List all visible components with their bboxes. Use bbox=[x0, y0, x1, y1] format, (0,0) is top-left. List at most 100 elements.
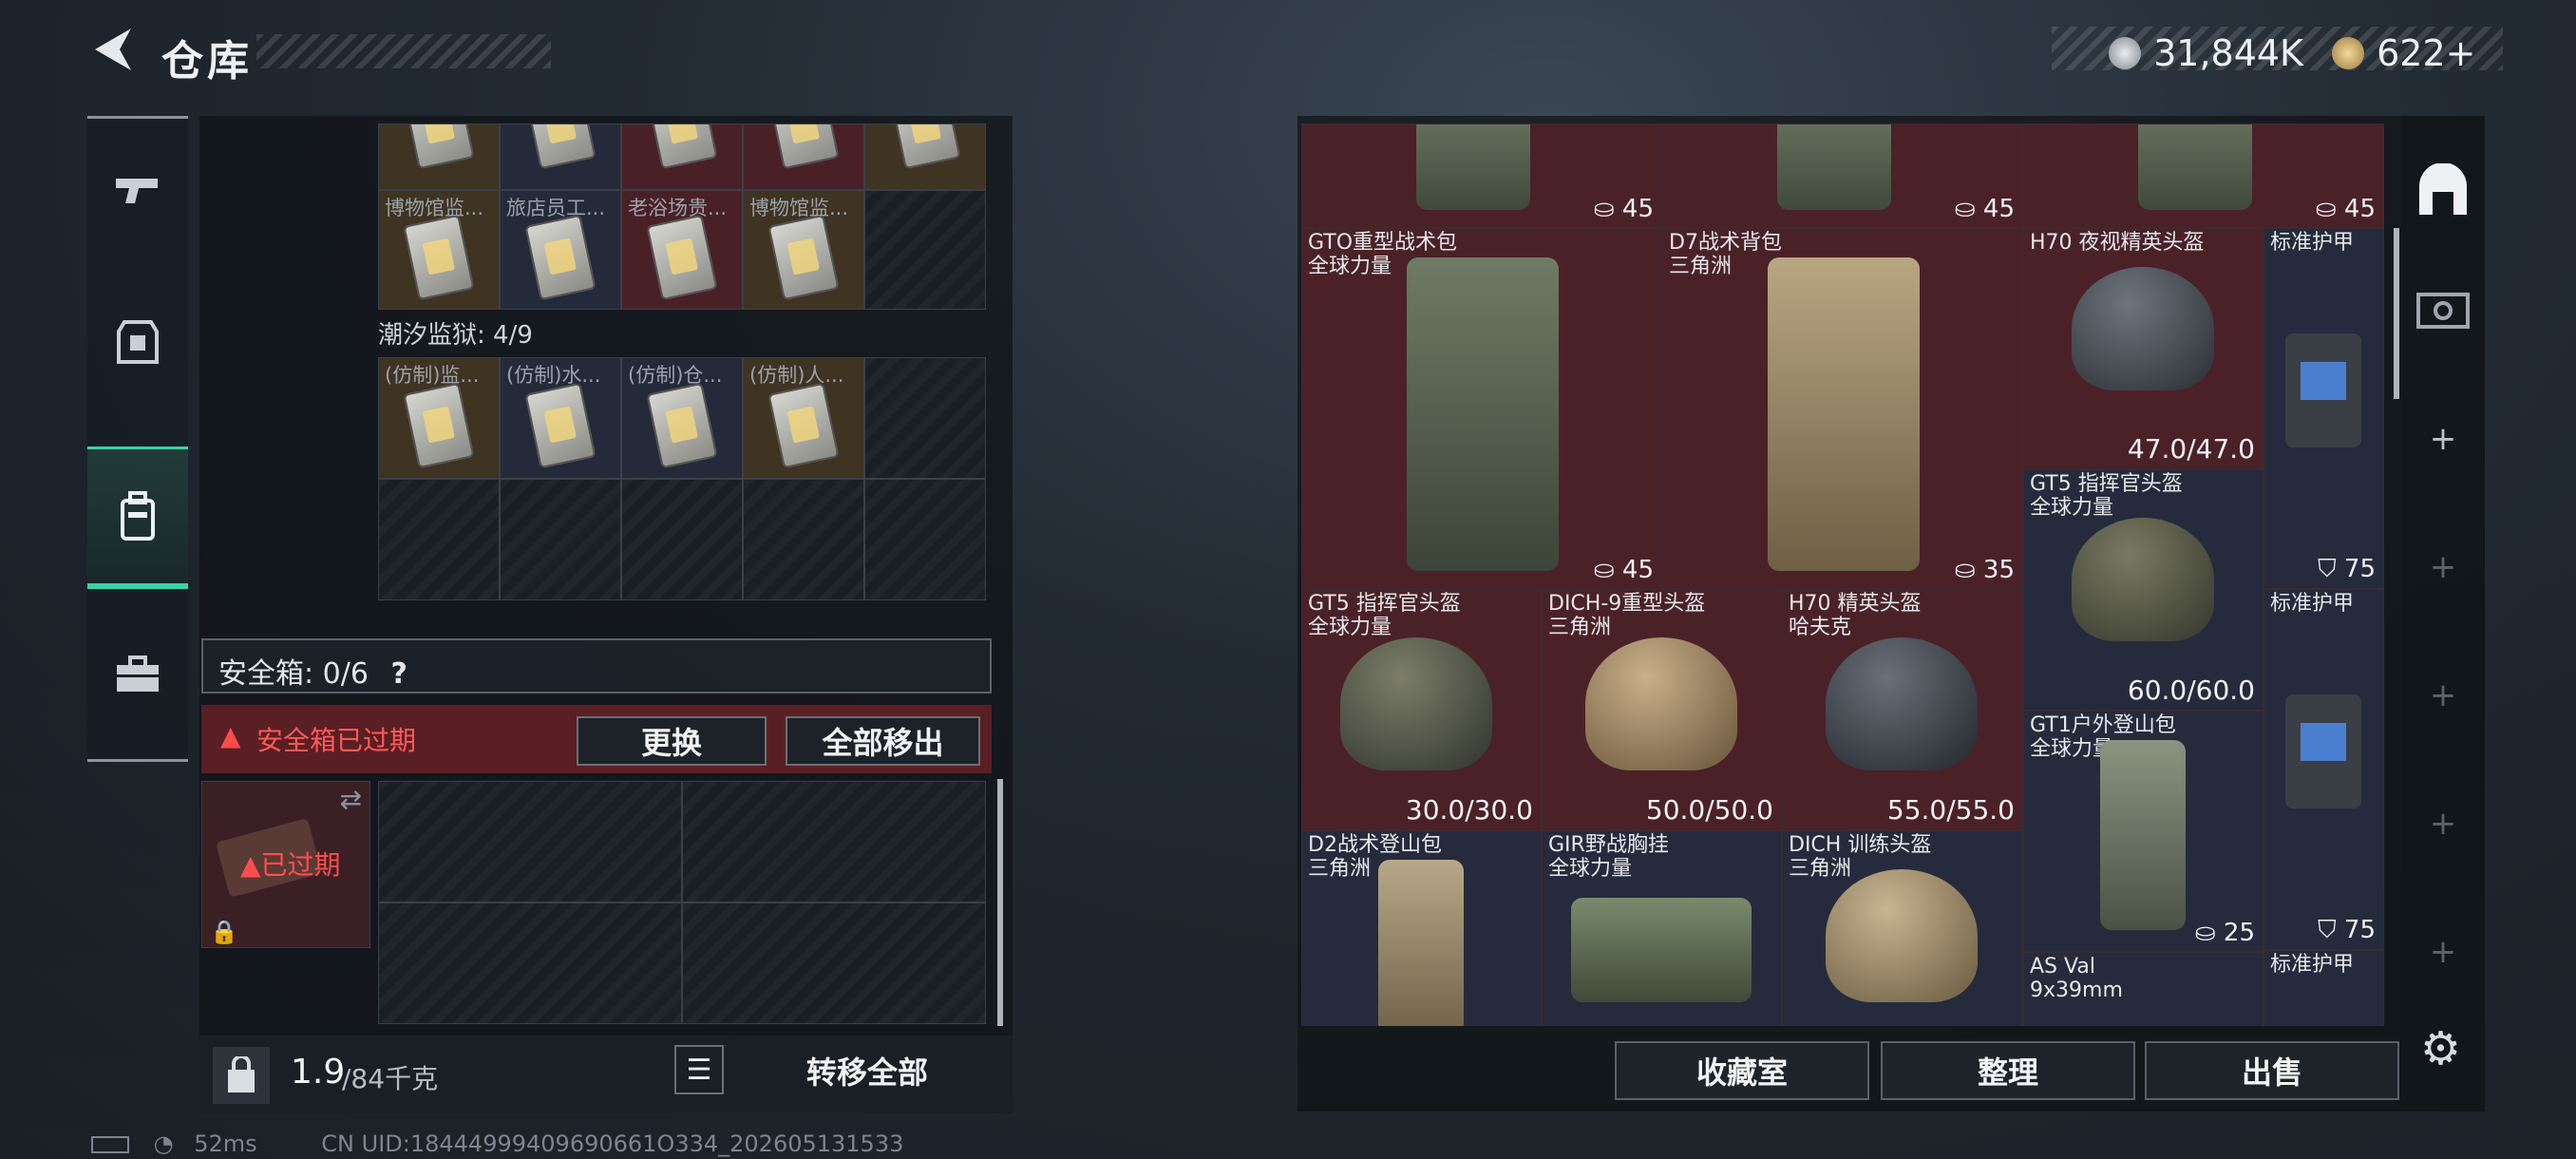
add-tab-button[interactable]: + bbox=[2401, 420, 2485, 458]
stash-item[interactable]: GT1户外登山包 全球力量 ⛀ 25 bbox=[2023, 711, 2263, 952]
sell-button[interactable]: 出售 bbox=[2145, 1041, 2399, 1100]
add-tab-button[interactable]: + bbox=[2401, 933, 2485, 971]
grid-cell[interactable] bbox=[682, 781, 986, 902]
item-value: 35 bbox=[1982, 556, 2015, 584]
helmet-image bbox=[1340, 637, 1492, 770]
item-name: D7战术背包 三角洲 bbox=[1669, 231, 1782, 278]
sidebar-item-case[interactable] bbox=[87, 603, 188, 746]
stash-item[interactable]: 标准护甲 bbox=[2263, 950, 2384, 1026]
expired-bar: ▲ 安全箱已过期 更换 全部移出 bbox=[201, 705, 992, 773]
warning-icon: ▲ bbox=[220, 720, 241, 751]
item-name: H70 精英头盔 哈夫克 bbox=[1789, 592, 1922, 639]
help-icon[interactable]: ? bbox=[390, 657, 407, 691]
grid-cell[interactable] bbox=[682, 902, 986, 1024]
item-name: GT5 指挥官头盔 全球力量 bbox=[2030, 472, 2183, 520]
swap-icon[interactable]: ⇄ bbox=[340, 784, 362, 815]
sidebar-item-backpack[interactable] bbox=[87, 446, 188, 589]
item-label: 博物馆监... bbox=[749, 197, 849, 219]
currency-gold-value: 622+ bbox=[2377, 32, 2476, 74]
capacity-value: ⛀ 45 bbox=[2315, 195, 2376, 223]
grid-cell[interactable]: 旅店员工... bbox=[500, 190, 621, 310]
grid-cell[interactable] bbox=[500, 124, 621, 190]
grid-cell[interactable] bbox=[378, 124, 500, 190]
grid-cell[interactable] bbox=[864, 357, 986, 479]
grid-cell[interactable]: 博物馆监... bbox=[743, 190, 864, 310]
stash-item[interactable]: D2战术登山包 三角洲 bbox=[1301, 830, 1542, 1026]
transfer-all-button[interactable]: 转移全部 bbox=[737, 1043, 997, 1098]
currency-coin-gold[interactable]: 622+ bbox=[2332, 32, 2475, 74]
vault-icon bbox=[2416, 293, 2470, 329]
vest-image bbox=[1571, 898, 1752, 1002]
grid-cell[interactable] bbox=[743, 479, 864, 600]
stash-item[interactable]: ⛀ 45 bbox=[1662, 124, 2023, 228]
stash-item[interactable]: DICH 训练头盔 三角洲 bbox=[1782, 830, 2023, 1026]
stash-item[interactable]: GIR野战胸挂 全球力量 bbox=[1542, 830, 1782, 1026]
replace-button[interactable]: 更换 bbox=[577, 716, 767, 766]
sidebar-item-armor[interactable] bbox=[87, 271, 188, 413]
grid-cell[interactable]: (仿制)水... bbox=[500, 357, 621, 479]
stash-item[interactable]: AS Val 9x39mm bbox=[2023, 952, 2263, 1026]
grid-cell[interactable] bbox=[621, 124, 743, 190]
page-title: 仓库 bbox=[161, 37, 253, 86]
capacity-value: ⛀ 45 bbox=[1954, 195, 2015, 223]
collection-button[interactable]: 收藏室 bbox=[1615, 1041, 1869, 1100]
list-icon[interactable]: ☰ bbox=[674, 1045, 724, 1094]
sort-button[interactable]: 整理 bbox=[1881, 1041, 2135, 1100]
stash-tab-vault[interactable] bbox=[2401, 287, 2485, 339]
grid-cell[interactable] bbox=[864, 124, 986, 190]
item-label: (仿制)水... bbox=[506, 364, 601, 387]
grid-cell[interactable]: 老浴场贵... bbox=[621, 190, 743, 310]
grid-cell[interactable]: (仿制)仓... bbox=[621, 357, 743, 479]
back-button[interactable] bbox=[85, 21, 142, 87]
move-all-out-button[interactable]: 全部移出 bbox=[786, 716, 980, 766]
item-name: GT5 指挥官头盔 全球力量 bbox=[1308, 592, 1461, 639]
add-tab-button[interactable]: + bbox=[2401, 676, 2485, 714]
add-tab-button[interactable]: + bbox=[2401, 805, 2485, 843]
grid-cell[interactable] bbox=[378, 902, 682, 1024]
capacity-value: ⛀ 25 bbox=[2194, 919, 2255, 947]
grid-cell[interactable]: (仿制)监... bbox=[378, 357, 500, 479]
stash-item[interactable]: H70 夜视精英头盔 47.0/47.0 bbox=[2023, 228, 2263, 469]
armor-icon bbox=[117, 320, 159, 364]
stash-item[interactable]: ⛀ 45 bbox=[2023, 124, 2384, 228]
grid-cell[interactable] bbox=[378, 781, 682, 902]
grid-cell[interactable] bbox=[864, 479, 986, 600]
stash-scrollbar[interactable] bbox=[2394, 228, 2399, 399]
item-value: 75 bbox=[2343, 555, 2376, 583]
item-name: 标准护甲 bbox=[2270, 592, 2355, 616]
stash-item[interactable]: 标准护甲 ⛉ 75 bbox=[2263, 228, 2384, 589]
stash-item[interactable]: ⛀ 45 bbox=[1301, 124, 1662, 228]
grid-cell[interactable]: 博物馆监... bbox=[378, 190, 500, 310]
stash-item[interactable]: GTO重型战术包 全球力量 ⛀ 45 bbox=[1301, 228, 1662, 589]
stash-item[interactable]: D7战术背包 三角洲 ⛀ 35 bbox=[1662, 228, 2023, 589]
grid-cell[interactable]: (仿制)人... bbox=[743, 357, 864, 479]
armor-value: ⛉ 75 bbox=[2318, 555, 2376, 583]
title-stripe bbox=[256, 34, 551, 68]
grid-cell[interactable] bbox=[621, 479, 743, 600]
safebox-slot[interactable]: ▲已过期 ⇄ 🔒 bbox=[201, 781, 370, 948]
silver-coin-icon bbox=[2109, 37, 2141, 69]
left-footer: 1.9 /84千克 ☰ 转移全部 bbox=[199, 1036, 1013, 1113]
add-tab-button[interactable]: + bbox=[2401, 548, 2485, 586]
scrollbar[interactable] bbox=[997, 779, 1003, 1026]
stash-item[interactable]: GT5 指挥官头盔 全球力量 60.0/60.0 bbox=[2023, 469, 2263, 711]
item-value: 75 bbox=[2343, 916, 2376, 944]
item-label: (仿制)监... bbox=[385, 364, 480, 387]
grid-cell[interactable] bbox=[864, 190, 986, 310]
back-arrow-icon bbox=[95, 28, 131, 70]
sidebar-item-weapons[interactable] bbox=[87, 119, 188, 261]
grid-cell[interactable] bbox=[378, 479, 500, 600]
stash-item[interactable]: 标准护甲 ⛉ 75 bbox=[2263, 589, 2384, 950]
grid-cell[interactable] bbox=[500, 479, 621, 600]
stash-item[interactable]: GT5 指挥官头盔 全球力量 30.0/30.0 bbox=[1301, 589, 1542, 830]
grid-cell[interactable] bbox=[743, 124, 864, 190]
durability-value: 47.0/47.0 bbox=[2127, 433, 2255, 465]
stash-item[interactable]: DICH-9重型头盔 三角洲 50.0/50.0 bbox=[1542, 589, 1782, 830]
gun-icon bbox=[116, 179, 158, 203]
stash-item[interactable]: H70 精英头盔 哈夫克 55.0/55.0 bbox=[1782, 589, 2023, 830]
gold-coin-icon bbox=[2332, 37, 2364, 69]
stash-tab-main[interactable] bbox=[2401, 162, 2485, 227]
armor-image bbox=[2285, 694, 2361, 808]
expired-badge-text: 已过期 bbox=[260, 849, 341, 881]
settings-gear-icon[interactable]: ⚙ bbox=[2420, 1022, 2461, 1075]
